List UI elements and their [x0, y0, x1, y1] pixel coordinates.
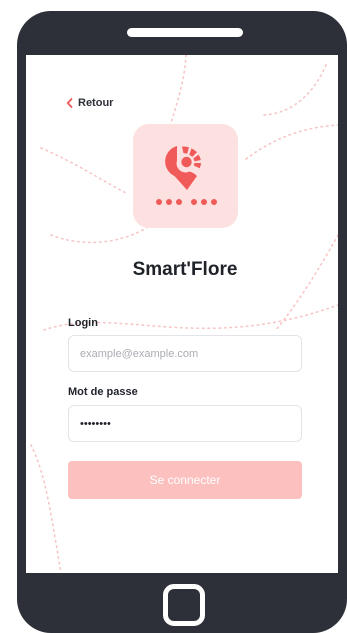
- login-button[interactable]: Se connecter: [68, 461, 302, 499]
- phone-frame: Retour Smart'Flore Login Mot d: [17, 11, 347, 633]
- login-label: Login: [68, 317, 98, 329]
- speaker-grille: [127, 28, 243, 37]
- login-field[interactable]: [68, 335, 302, 372]
- password-label: Mot de passe: [68, 386, 138, 398]
- home-button-icon[interactable]: [163, 584, 205, 626]
- app-logo: [133, 124, 238, 228]
- back-link[interactable]: Retour: [66, 95, 113, 111]
- app-title: Smart'Flore: [132, 259, 238, 280]
- chevron-left-icon: [66, 98, 73, 108]
- login-input[interactable]: [80, 347, 290, 360]
- back-label: Retour: [78, 97, 114, 109]
- password-field[interactable]: [68, 405, 302, 442]
- map-pin-chart-icon: [156, 146, 217, 205]
- password-input[interactable]: [80, 417, 290, 430]
- app-screen: Retour Smart'Flore Login Mot d: [26, 55, 338, 573]
